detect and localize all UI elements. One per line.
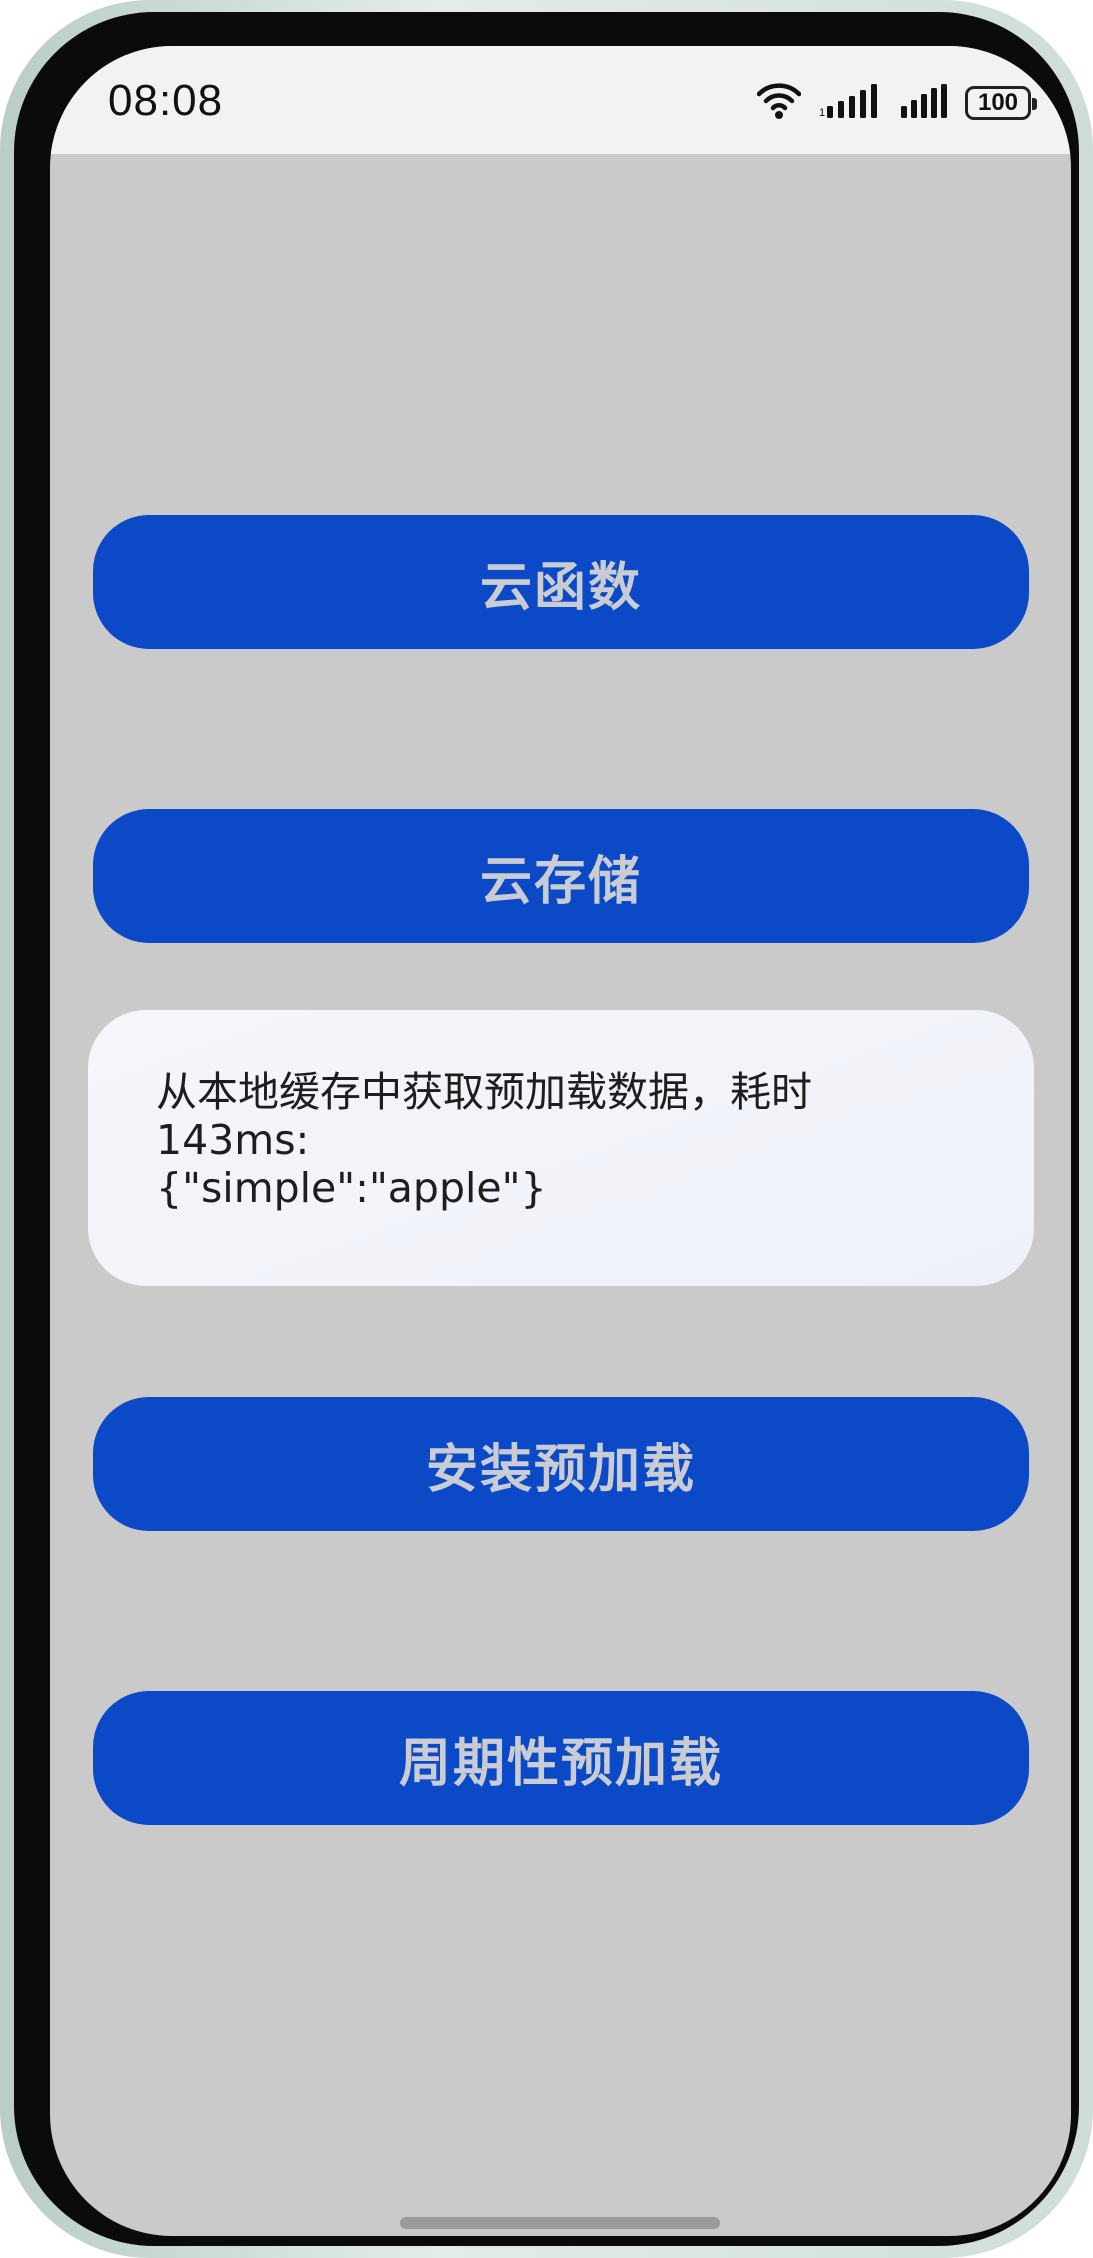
phone-frame: 08:08 1 100 云函数 云存储 从本地缓存中获取预加载数据，耗时 143… bbox=[0, 0, 1093, 2258]
cloud-storage-button[interactable]: 云存储 bbox=[93, 809, 1029, 943]
cloud-function-button[interactable]: 云函数 bbox=[93, 515, 1029, 649]
home-indicator[interactable] bbox=[400, 2217, 720, 2229]
install-prefetch-button[interactable]: 安装预加载 bbox=[93, 1397, 1029, 1531]
result-card: 从本地缓存中获取预加载数据，耗时 143ms: {"simple":"apple… bbox=[88, 1010, 1034, 1286]
app-screen: 08:08 1 100 云函数 云存储 从本地缓存中获取预加载数据，耗时 143… bbox=[50, 46, 1071, 2236]
status-icons: 1 100 bbox=[756, 82, 1037, 124]
svg-text:1: 1 bbox=[819, 107, 825, 119]
signal-icon: 1 bbox=[819, 84, 883, 124]
status-time: 08:08 bbox=[108, 76, 224, 125]
wifi-icon bbox=[756, 82, 802, 124]
status-bar: 08:08 1 100 bbox=[50, 46, 1071, 154]
phone-bezel: 08:08 1 100 云函数 云存储 从本地缓存中获取预加载数据，耗时 143… bbox=[14, 12, 1079, 2246]
periodic-prefetch-button[interactable]: 周期性预加载 bbox=[93, 1691, 1029, 1825]
signal-icon bbox=[901, 84, 947, 124]
battery-icon: 100 bbox=[965, 86, 1037, 120]
